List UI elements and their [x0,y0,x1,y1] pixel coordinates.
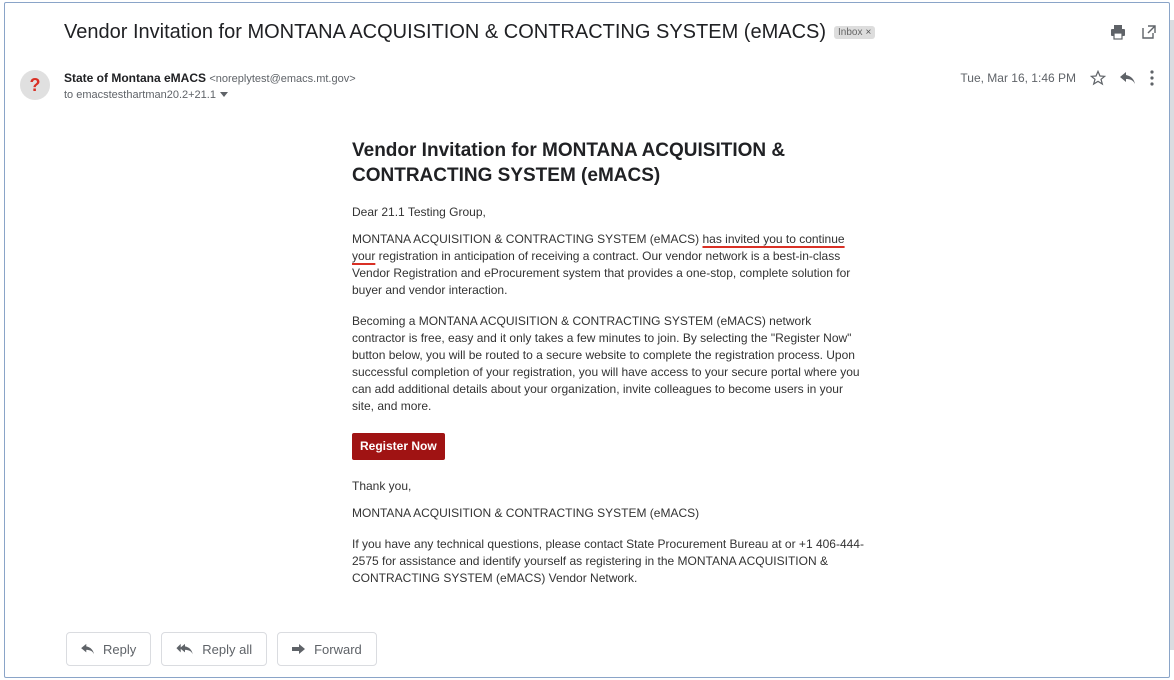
open-in-new-window-icon[interactable] [1142,24,1156,40]
paragraph-intro: MONTANA ACQUISITION & CONTRACTING SYSTEM… [352,231,864,299]
sender-email: <noreplytest@emacs.mt.gov> [209,73,356,85]
inbox-label[interactable]: Inbox × [834,26,876,39]
intro-part-1: MONTANA ACQUISITION & CONTRACTING SYSTEM… [352,232,703,246]
signature: MONTANA ACQUISITION & CONTRACTING SYSTEM… [352,506,700,520]
show-details-dropdown-icon[interactable] [219,92,228,98]
scrollbar[interactable] [1170,20,1174,650]
reply-bar: Reply Reply all Forward [66,632,377,666]
reply-all-label: Reply all [202,641,253,657]
intro-part-2: registration in anticipation of receivin… [352,249,851,297]
message-meta: Tue, Mar 16, 1:46 PM [960,70,1154,86]
print-icon[interactable] [1110,24,1126,40]
email-timestamp: Tue, Mar 16, 1:46 PM [960,71,1076,85]
reply-arrow-icon [81,643,95,655]
reply-button[interactable]: Reply [66,632,152,666]
sender-avatar: ? [20,70,50,100]
reply-all-button[interactable]: Reply all [161,632,268,666]
unknown-sender-icon: ? [29,74,41,95]
support-text: If you have any technical questions, ple… [352,537,864,585]
greeting: Dear 21.1 Testing Group, [352,205,486,219]
star-icon[interactable] [1090,70,1106,86]
forward-label: Forward [314,641,362,657]
inbox-label-text: Inbox [838,27,863,38]
recipient-text: to emacstesthartman20.2+21.1 [64,89,216,101]
recipient-line[interactable]: to emacstesthartman20.2+21.1 [64,89,356,101]
reply-icon[interactable] [1120,71,1136,85]
remove-label-icon[interactable]: × [865,27,871,38]
sender-block: State of Montana eMACS <noreplytest@emac… [64,71,356,101]
reply-all-icon [176,643,194,655]
more-options-icon[interactable] [1150,70,1154,86]
sender-name[interactable]: State of Montana eMACS [64,71,206,85]
reply-label: Reply [103,641,137,657]
top-actions [1110,24,1156,40]
paragraph-details: Becoming a MONTANA ACQUISITION & CONTRAC… [352,314,860,413]
thanks: Thank you, [352,479,412,493]
register-now-button[interactable]: Register Now [352,433,445,460]
email-body: Vendor Invitation for MONTANA ACQUISITIO… [352,138,864,597]
forward-arrow-icon [292,643,306,655]
email-subject: Vendor Invitation for MONTANA ACQUISITIO… [64,21,827,43]
forward-button[interactable]: Forward [277,632,377,666]
body-title: Vendor Invitation for MONTANA ACQUISITIO… [352,140,786,186]
subject-row: Vendor Invitation for MONTANA ACQUISITIO… [64,21,876,44]
